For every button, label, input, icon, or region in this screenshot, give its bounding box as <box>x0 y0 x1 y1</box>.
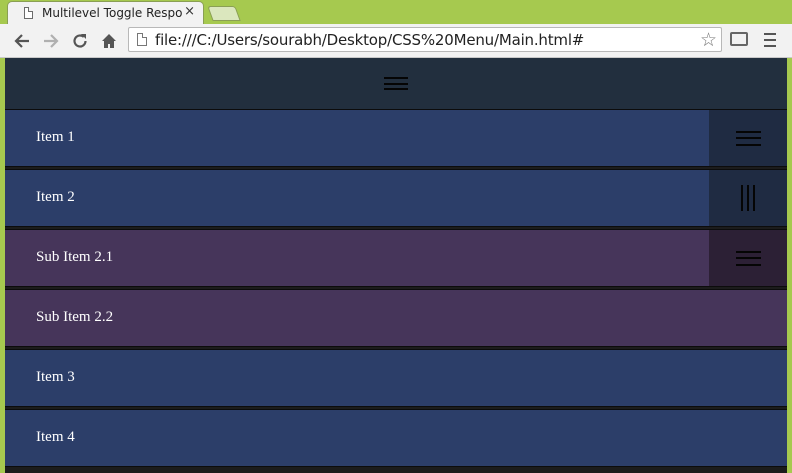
menu-item-3[interactable]: Item 3 <box>5 349 787 407</box>
submenu-toggle-button[interactable] <box>709 230 787 286</box>
tab-close-icon[interactable]: × <box>184 4 195 19</box>
hamburger-icon <box>735 250 761 266</box>
page-content: Item 1 Item 2 Sub Item 2.1 Sub Item 2.2 … <box>5 58 787 473</box>
bookmark-star-icon[interactable]: ☆ <box>700 29 717 52</box>
menu-item-2[interactable]: Item 2 <box>5 169 787 227</box>
hamburger-icon <box>735 130 761 146</box>
sub-menu-item-2-1[interactable]: Sub Item 2.1 <box>5 229 787 287</box>
browser-tab-strip: Multilevel Toggle Respons × <box>0 0 792 24</box>
menu-item-label[interactable]: Item 4 <box>36 429 75 446</box>
back-arrow-icon <box>14 34 29 48</box>
menu-item-label[interactable]: Sub Item 2.1 <box>36 249 113 266</box>
vertical-bars-icon <box>741 185 755 211</box>
menu-item-1[interactable]: Item 1 <box>5 109 787 167</box>
forward-button[interactable] <box>40 30 62 52</box>
tab-title: Multilevel Toggle Respons <box>42 6 182 20</box>
cast-icon[interactable] <box>730 32 748 46</box>
submenu-toggle-button[interactable] <box>709 110 787 166</box>
main-menu-toggle-icon[interactable] <box>384 77 408 90</box>
browser-toolbar: file:///C:/Users/sourabh/Desktop/CSS%20M… <box>0 24 792 58</box>
back-button[interactable] <box>11 30 33 52</box>
home-button[interactable] <box>98 30 120 52</box>
home-icon <box>102 34 116 48</box>
forward-arrow-icon <box>44 34 59 48</box>
page-icon <box>137 33 147 46</box>
page-icon <box>24 7 33 19</box>
browser-menu-icon[interactable] <box>764 33 776 47</box>
menu-item-label[interactable]: Item 1 <box>36 129 75 146</box>
browser-tab[interactable]: Multilevel Toggle Respons × <box>7 1 204 24</box>
menu-item-label[interactable]: Item 3 <box>36 369 75 386</box>
menu-top-bar <box>5 58 787 109</box>
sub-menu-item-2-2[interactable]: Sub Item 2.2 <box>5 289 787 347</box>
url-text[interactable]: file:///C:/Users/sourabh/Desktop/CSS%20M… <box>155 31 584 49</box>
reload-icon <box>73 34 87 48</box>
menu-item-label[interactable]: Item 2 <box>36 189 75 206</box>
address-bar[interactable]: file:///C:/Users/sourabh/Desktop/CSS%20M… <box>128 27 722 52</box>
menu-item-4[interactable]: Item 4 <box>5 409 787 467</box>
menu-item-label[interactable]: Sub Item 2.2 <box>36 309 113 326</box>
submenu-toggle-button[interactable] <box>709 170 787 226</box>
new-tab-button[interactable] <box>207 6 241 21</box>
reload-button[interactable] <box>69 30 91 52</box>
